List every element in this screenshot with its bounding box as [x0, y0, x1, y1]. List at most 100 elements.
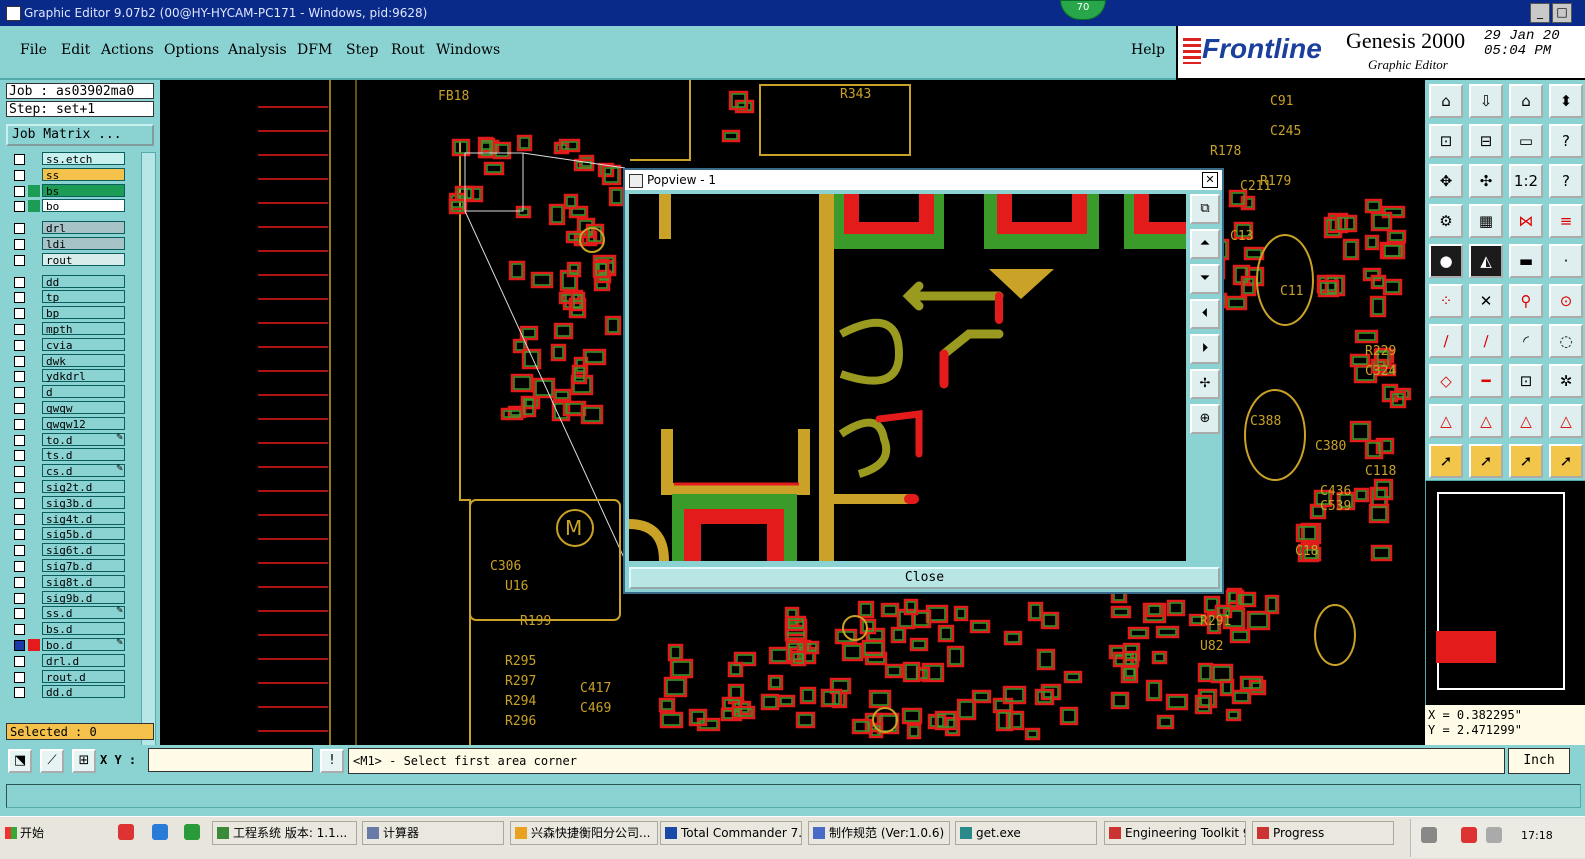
layer-row[interactable]: dd — [6, 274, 140, 289]
layer-icon[interactable]: ≡ — [1549, 204, 1583, 238]
layer-checkbox[interactable] — [14, 239, 25, 250]
menu-analysis[interactable]: Analysis — [228, 42, 287, 58]
layer-checkbox[interactable] — [14, 276, 25, 288]
layer-checkbox[interactable] — [14, 223, 25, 235]
layer-list-scrollbar[interactable] — [141, 152, 156, 794]
mark-icon[interactable]: ● — [1429, 244, 1463, 278]
layer-name[interactable]: sig3b.d — [42, 495, 125, 510]
layer-row[interactable]: tp — [6, 290, 140, 304]
layer-checkbox[interactable] — [14, 529, 25, 541]
layer-name[interactable]: ss.etch — [42, 152, 125, 166]
layer-checkbox[interactable] — [14, 497, 25, 509]
layer-checkbox[interactable] — [14, 434, 25, 446]
layer-row[interactable]: rout — [6, 252, 140, 267]
layer-row[interactable]: bs — [6, 183, 140, 198]
layer-name[interactable]: qwqw12 — [42, 416, 125, 431]
layer-row[interactable]: qwqw — [6, 401, 140, 415]
layer-checkbox[interactable] — [14, 339, 25, 351]
zoom-page-icon[interactable]: ⧉ — [1190, 194, 1220, 224]
layer-row[interactable]: drl — [6, 221, 140, 235]
help-icon[interactable]: ? — [1549, 164, 1583, 198]
bracket-icon[interactable]: ⊡ — [1509, 364, 1543, 398]
layer-name[interactable]: to.d — [42, 432, 125, 447]
maximize-button[interactable]: □ — [1552, 3, 1572, 23]
zoom-area-icon[interactable]: ▭ — [1509, 124, 1543, 158]
unit-selector[interactable]: Inch — [1508, 748, 1570, 774]
snap-icon[interactable]: ⬔ — [8, 749, 32, 773]
layer-checkbox[interactable] — [14, 545, 25, 557]
layer-name[interactable]: mpth — [42, 322, 125, 336]
layer-name[interactable]: ydkdrl — [42, 369, 125, 383]
center-icon[interactable]: ✣ — [1469, 164, 1503, 198]
layer-row[interactable]: dwk — [6, 353, 140, 368]
layer-name[interactable]: sig7b.d — [42, 559, 125, 573]
layer-row[interactable]: dd.d — [6, 685, 140, 699]
layer-checkbox[interactable] — [14, 185, 25, 197]
menu-rout[interactable]: Rout — [391, 42, 425, 58]
triangle-icon[interactable]: ◭ — [1469, 244, 1503, 278]
connect-icon[interactable]: ⁘ — [1429, 284, 1463, 318]
start-button[interactable]: 开始 — [2, 821, 60, 845]
layer-name[interactable]: cvia — [42, 337, 125, 352]
layer-row[interactable]: ydkdrl — [6, 369, 140, 383]
layer-name[interactable]: tp — [42, 290, 125, 304]
menu-options[interactable]: Options — [164, 42, 219, 58]
menu-step[interactable]: Step — [346, 42, 378, 58]
home-icon[interactable]: ⌂ — [1429, 84, 1463, 118]
net-icon[interactable]: ⋈ — [1509, 204, 1543, 238]
minimize-button[interactable]: _ — [1530, 3, 1550, 23]
task-item[interactable]: Progress — [1252, 821, 1394, 845]
select-box-icon[interactable]: ➚ — [1509, 444, 1543, 478]
slash-icon[interactable]: ∕ — [1469, 324, 1503, 358]
fit-icon[interactable]: ✥ — [1429, 164, 1463, 198]
menu-edit[interactable]: Edit — [61, 42, 90, 58]
triangle-a-icon[interactable]: △ — [1429, 404, 1463, 438]
layer-checkbox[interactable] — [14, 154, 25, 165]
pan-up-icon[interactable]: ⏶ — [1190, 229, 1220, 259]
layer-row[interactable]: sig3b.d — [6, 495, 140, 510]
layer-row[interactable]: sig5b.d — [6, 527, 140, 541]
layer-checkbox[interactable] — [14, 687, 25, 699]
triangle-b-icon[interactable]: △ — [1469, 404, 1503, 438]
layer-row[interactable]: ss.etch — [6, 152, 140, 166]
move-icon[interactable]: ◇ — [1429, 364, 1463, 398]
zoom-step-icon[interactable]: ? — [1549, 124, 1583, 158]
zoom-in-icon[interactable]: ⊡ — [1429, 124, 1463, 158]
layer-checkbox[interactable] — [14, 403, 25, 414]
layer-checkbox[interactable] — [14, 308, 25, 320]
layer-checkbox[interactable] — [14, 624, 25, 636]
layer-name[interactable]: cs.d — [42, 464, 125, 478]
layer-checkbox[interactable] — [14, 371, 25, 383]
layer-name[interactable]: bs.d — [42, 622, 125, 636]
zoom-out-icon[interactable]: ⊟ — [1469, 124, 1503, 158]
layer-row[interactable]: ldi — [6, 237, 140, 251]
layer-row[interactable]: qwqw12 — [6, 416, 140, 431]
layer-name[interactable]: drl — [42, 221, 125, 235]
task-item[interactable]: 制作规范 (Ver:1.0.6) — [808, 821, 950, 845]
task-item[interactable]: Total Commander 7.0 ... — [660, 821, 802, 845]
layer-name[interactable]: dd — [42, 274, 125, 289]
layer-row[interactable]: cs.d ✎ — [6, 464, 140, 478]
cross-icon[interactable]: ✕ — [1469, 284, 1503, 318]
down-arrow-icon[interactable]: ⇩ — [1469, 84, 1503, 118]
layer-row[interactable]: sig6t.d — [6, 543, 140, 557]
popview-canvas[interactable]: 1 3 5 — [629, 194, 1186, 561]
layer-checkbox[interactable] — [14, 387, 25, 399]
layer-row[interactable]: bp — [6, 306, 140, 320]
layer-row[interactable]: ss — [6, 167, 140, 182]
layer-checkbox[interactable] — [14, 450, 25, 462]
layer-row[interactable]: sig2t.d — [6, 480, 140, 494]
layer-checkbox[interactable] — [14, 655, 25, 667]
layer-name[interactable]: drl.d — [42, 653, 125, 668]
layer-row[interactable]: sig9b.d — [6, 590, 140, 605]
layer-name[interactable]: bo.d — [42, 638, 125, 652]
layer-row[interactable]: bo.d ✎ — [6, 638, 140, 652]
pan-left-icon[interactable]: ⏴ — [1190, 299, 1220, 329]
menu-windows[interactable]: Windows — [436, 42, 500, 58]
grid-icon[interactable]: ⊞ — [72, 749, 96, 773]
snap-icon[interactable]: ⚙ — [1429, 204, 1463, 238]
select-lasso-icon[interactable]: ➚ — [1549, 444, 1583, 478]
zoom-home-icon[interactable]: ⌂ — [1509, 84, 1543, 118]
layer-name[interactable]: dd.d — [42, 685, 125, 699]
pan-right-icon[interactable]: ⏵ — [1190, 334, 1220, 364]
